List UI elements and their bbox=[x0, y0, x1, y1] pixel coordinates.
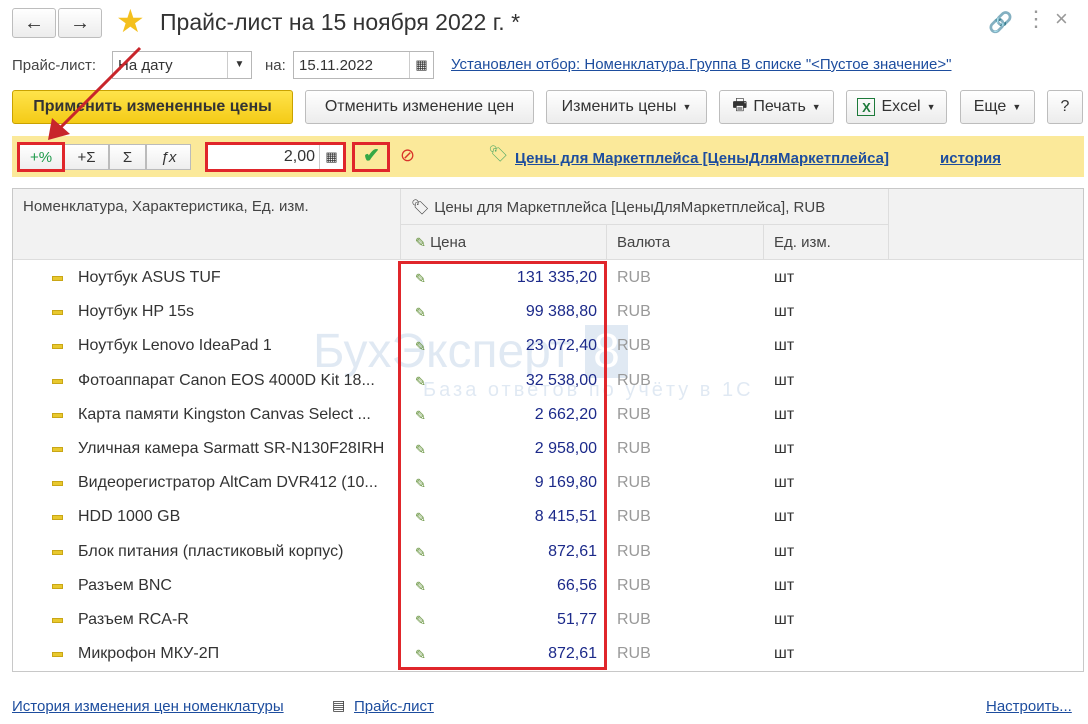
chevron-down-icon: ▼ bbox=[811, 102, 821, 112]
close-icon[interactable]: × bbox=[1055, 6, 1068, 32]
print-button[interactable]: 🖶 Печать ▼ bbox=[719, 90, 834, 124]
item-currency: RUB bbox=[617, 542, 651, 560]
item-name: Ноутбук Lenovo IdeaPad 1 bbox=[78, 337, 272, 355]
chevron-down-icon: ▼ bbox=[926, 102, 936, 112]
item-name: Микрофон МКУ-2П bbox=[78, 645, 220, 663]
item-name: Фотоаппарат Canon EOS 4000D Kit 18... bbox=[78, 371, 375, 389]
item-unit: шт bbox=[774, 474, 795, 492]
link-icon[interactable]: 🔗 bbox=[988, 10, 1013, 35]
item-icon bbox=[52, 481, 63, 487]
item-currency: RUB bbox=[617, 337, 651, 355]
item-currency: RUB bbox=[617, 269, 651, 286]
item-unit: шт bbox=[774, 405, 795, 423]
item-icon bbox=[52, 652, 63, 658]
item-icon bbox=[52, 344, 63, 350]
filter-link[interactable]: Установлен отбор: Номенклатура.Группа В … bbox=[451, 56, 952, 73]
report-icon: ▤ bbox=[332, 697, 346, 713]
col-header-price[interactable]: ✎ Цена bbox=[401, 225, 607, 260]
item-name: Карта памяти Kingston Canvas Select ... bbox=[78, 405, 371, 423]
item-unit: шт bbox=[774, 542, 795, 560]
item-icon bbox=[52, 447, 63, 452]
price-tag-icon: 🏷 bbox=[411, 199, 431, 216]
help-button[interactable]: ? bbox=[1047, 90, 1083, 124]
item-unit: шт bbox=[774, 303, 795, 321]
settings-link[interactable]: Настроить... bbox=[986, 698, 1072, 715]
item-icon bbox=[52, 515, 63, 521]
price-type-link[interactable]: Цены для Маркетплейса [ЦеныДляМаркетплей… bbox=[515, 150, 889, 167]
item-icon bbox=[52, 412, 63, 418]
item-unit: шт bbox=[774, 508, 795, 526]
chevron-down-icon: ▼ bbox=[1012, 102, 1022, 112]
change-prices-button[interactable]: Изменить цены ▼ bbox=[546, 90, 707, 124]
price-group-label: Цены для Маркетплейса [ЦеныДляМаркетплей… bbox=[434, 199, 826, 216]
history-link[interactable]: история bbox=[940, 150, 1001, 167]
price-history-link[interactable]: История изменения цен номенклатуры bbox=[12, 698, 284, 715]
change-prices-label: Изменить цены bbox=[561, 98, 677, 115]
item-name: Блок питания (пластиковый корпус) bbox=[78, 542, 344, 560]
col-header-empty bbox=[889, 189, 1083, 260]
col-header-currency[interactable]: Валюта bbox=[607, 225, 764, 260]
item-name: Видеорегистратор AltCam DVR412 (10... bbox=[78, 474, 378, 492]
excel-label: Excel bbox=[881, 98, 921, 115]
item-currency: RUB bbox=[617, 405, 651, 423]
pencil-icon: ✎ bbox=[415, 235, 426, 250]
item-name: Разъем RCA-R bbox=[78, 611, 189, 628]
item-icon bbox=[52, 549, 63, 555]
item-currency: RUB bbox=[617, 611, 651, 628]
calendar-icon[interactable]: ▦ bbox=[409, 52, 433, 78]
pricelist-link[interactable]: Прайс-лист bbox=[354, 698, 434, 715]
item-icon bbox=[52, 276, 63, 281]
highlight-price-column bbox=[398, 261, 607, 670]
price-label: Цена bbox=[430, 234, 467, 251]
excel-icon: X bbox=[857, 98, 876, 116]
cancel-icon[interactable]: ⊘ bbox=[400, 145, 415, 166]
col-header-name[interactable]: Номенклатура, Характеристика, Ед. изм. bbox=[13, 189, 401, 260]
item-name: HDD 1000 GB bbox=[78, 508, 181, 526]
more-button[interactable]: Еще ▼ bbox=[960, 90, 1035, 124]
more-label: Еще bbox=[973, 98, 1007, 115]
cancel-changes-button[interactable]: Отменить изменение цен bbox=[305, 90, 534, 124]
date-input[interactable]: 15.11.2022 ▦ bbox=[293, 51, 434, 79]
item-unit: шт bbox=[774, 440, 795, 457]
item-unit: шт bbox=[774, 611, 795, 628]
item-icon bbox=[52, 378, 63, 384]
item-unit: шт bbox=[774, 337, 795, 355]
col-header-unit[interactable]: Ед. изм. bbox=[764, 225, 889, 260]
item-currency: RUB bbox=[617, 303, 651, 321]
annotation-arrow bbox=[48, 46, 142, 140]
excel-button[interactable]: X Excel ▼ bbox=[846, 90, 947, 124]
item-unit: шт bbox=[774, 576, 795, 594]
price-tag-icon: 🏷 bbox=[488, 146, 509, 163]
col-header-price-group: 🏷 Цены для Маркетплейса [ЦеныДляМаркетпл… bbox=[401, 189, 889, 225]
item-unit: шт bbox=[774, 269, 795, 286]
item-icon bbox=[52, 618, 63, 623]
highlight-confirm bbox=[352, 142, 390, 172]
item-currency: RUB bbox=[617, 645, 651, 663]
item-name: Ноутбук HP 15s bbox=[78, 303, 195, 321]
window-title: Прайс-лист на 15 ноября 2022 г. * bbox=[160, 9, 521, 35]
item-name: Ноутбук ASUS TUF bbox=[78, 269, 221, 286]
chevron-down-icon[interactable]: ▼ bbox=[227, 52, 251, 78]
date-value: 15.11.2022 bbox=[299, 56, 373, 74]
item-unit: шт bbox=[774, 645, 795, 663]
item-currency: RUB bbox=[617, 508, 651, 526]
printer-icon: 🖶 bbox=[732, 96, 748, 114]
item-name: Уличная камера Sarmatt SR-N130F28IRH bbox=[78, 440, 385, 457]
more-icon[interactable]: ⋮ bbox=[1025, 6, 1047, 32]
item-name: Разъем BNC bbox=[78, 576, 172, 594]
print-label: Печать bbox=[753, 98, 806, 115]
highlight-value bbox=[205, 142, 346, 172]
date-label: на: bbox=[265, 57, 286, 74]
item-icon bbox=[52, 310, 63, 316]
item-currency: RUB bbox=[617, 371, 651, 389]
item-currency: RUB bbox=[617, 576, 651, 594]
chevron-down-icon: ▼ bbox=[682, 102, 692, 112]
item-currency: RUB bbox=[617, 440, 651, 457]
item-currency: RUB bbox=[617, 474, 651, 492]
item-icon bbox=[52, 583, 63, 589]
item-unit: шт bbox=[774, 371, 795, 389]
